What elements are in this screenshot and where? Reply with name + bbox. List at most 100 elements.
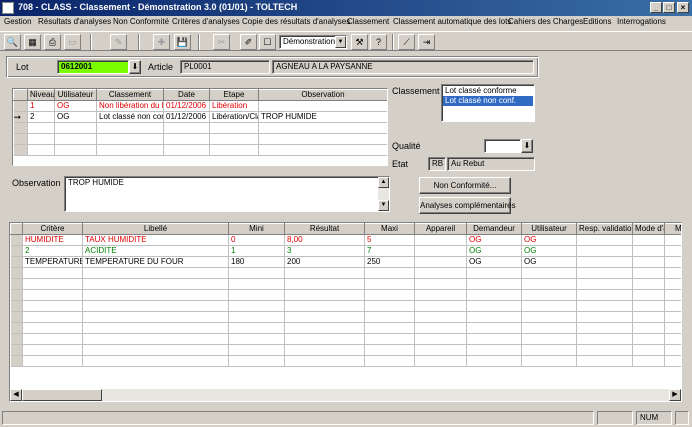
menu-editions[interactable]: Editions [583,17,611,26]
empty-row [10,289,681,301]
col-resp-validation[interactable]: Resp. validation [576,223,633,235]
exit-icon[interactable]: ⇥ [418,34,435,50]
empty-row [10,278,681,290]
col-maxi[interactable]: Maxi [364,223,415,235]
search-icon[interactable]: 🔍 [4,34,21,50]
col-observation[interactable]: Observation [258,89,387,101]
col-mini[interactable]: Mini [228,223,285,235]
status-num: NUM [636,411,672,425]
col-etape[interactable]: Etape [209,89,259,101]
etat-label: Etat [392,159,409,169]
menu-non-conformite[interactable]: Non Conformité [113,17,169,26]
calculator-icon[interactable]: ▦ [24,34,41,50]
save-icon[interactable]: 💾 [174,34,191,50]
col-mode[interactable]: Mode d'a [632,223,665,235]
current-row-arrow-icon: ➞ [13,111,28,123]
empty-row [10,267,681,279]
add-icon[interactable]: ✚ [153,34,170,50]
eraser-icon[interactable]: ✐ [240,34,257,50]
list-item[interactable]: Lot classé conforme [443,86,533,96]
col-utilisateur[interactable]: Utilisateur [521,223,577,235]
close-button[interactable]: × [677,2,689,13]
classement-label: Classement [392,86,440,96]
etat-code-field: RB [428,157,446,171]
minimize-button[interactable]: _ [650,2,662,13]
observation-label: Observation [12,178,61,188]
empty-row [10,300,681,312]
lot-dropdown-icon[interactable]: ⬇ [129,60,141,74]
col-methode[interactable]: Mé [664,223,681,235]
empty-row [10,322,681,334]
title-bar: 708 - CLASS - Classement - Démonstration… [0,0,692,16]
scroll-left-icon[interactable]: ◀ [10,389,22,401]
menu-interrogations[interactable]: Interrogations [617,17,666,26]
empty-row [10,344,681,356]
menu-bar: Gestion Résultats d'analyses Non Conform… [0,16,692,30]
results-grid[interactable]: Critère Libellé Mini Résultat Maxi Appar… [9,222,682,402]
qualite-input[interactable] [484,139,521,153]
tools-icon[interactable]: ⚒ [351,34,368,50]
scroll-thumb[interactable] [22,389,102,401]
menu-classement-auto[interactable]: Classement automatique des lots [393,17,511,26]
col-classement[interactable]: Classement [96,89,164,101]
col-date[interactable]: Date [163,89,210,101]
help-icon[interactable]: ? [370,34,387,50]
classement-history-grid[interactable]: Niveau Utilisateur Classement Date Etape… [12,88,388,166]
analyses-complementaires-button[interactable]: Analyses complémentaires [419,197,516,214]
article-name-field: AGNEAU A LA PAYSANNE [272,60,534,74]
graph-icon[interactable]: ⟋ [398,34,415,50]
observation-scrollbar[interactable]: ▲ ▼ [378,177,389,211]
cut-icon[interactable]: ✂ [213,34,230,50]
menu-copie[interactable]: Copie des résultats d'analyses [242,17,350,26]
list-item-selected[interactable]: Lot classé non conf. [443,96,533,106]
col-resultat[interactable]: Résultat [284,223,365,235]
non-conformite-button[interactable]: Non Conformité... [419,177,511,194]
app-icon [2,2,14,14]
col-appareil[interactable]: Appareil [414,223,467,235]
scroll-up-icon[interactable]: ▲ [378,177,389,188]
col-critere[interactable]: Critère [22,223,83,235]
scroll-right-icon[interactable]: ▶ [669,389,681,401]
qualite-dropdown-icon[interactable]: ⬇ [521,139,533,153]
menu-cahiers[interactable]: Cahiers des Charges [508,17,583,26]
table-row[interactable]: ➞ 2 OG Lot classé non conf. 01/12/2006 L… [13,111,387,123]
table-row[interactable]: HUMIDITE TAUX HUMIDITE 0 8,00 5 OG OG [10,234,681,246]
col-niveau[interactable]: Niveau [27,89,55,101]
results-horizontal-scrollbar[interactable]: ◀ ▶ [10,389,681,401]
company-select[interactable]: Démonstration 3 ▼ [279,35,347,49]
menu-resultats[interactable]: Résultats d'analyses [38,17,111,26]
article-code-field: PL0001 [180,60,270,74]
empty-row [10,355,681,367]
col-libelle[interactable]: Libellé [82,223,229,235]
status-bar: NUM [0,409,692,427]
dropdown-arrow-icon[interactable]: ▼ [335,36,346,48]
etat-value-field: Au Rebut [447,157,535,171]
table-row[interactable]: 1 OG Non libération du lo 01/12/2006 Lib… [13,100,387,112]
qualite-label: Qualité [392,141,421,151]
toolbar: 🔍 ▦ ⎙ ▭ ✎ ✚ 💾 ✂ ✐ ☐ Démonstration 3 ▼ ⚒ … [0,31,692,51]
status-grip [675,411,689,425]
maximize-button[interactable]: □ [663,2,675,13]
classement-list[interactable]: Lot classé conforme Lot classé non conf. [441,84,535,122]
menu-criteres[interactable]: Critères d'analyses [172,17,240,26]
menu-gestion[interactable]: Gestion [4,17,32,26]
empty-row [10,311,681,323]
status-pane [597,411,633,425]
col-demandeur[interactable]: Demandeur [466,223,522,235]
menu-classement[interactable]: Classement [347,17,389,26]
window-title: 708 - CLASS - Classement - Démonstration… [18,2,298,12]
scroll-down-icon[interactable]: ▼ [378,200,389,211]
edit-icon[interactable]: ✎ [110,34,127,50]
lot-input[interactable]: 0612001 [57,60,129,74]
checkbox-icon[interactable]: ☐ [259,34,276,50]
observation-textarea[interactable]: TROP HUMIDE ▲ ▼ [64,176,390,212]
lot-label: Lot [16,62,29,72]
article-label: Article [148,62,174,72]
col-utilisateur[interactable]: Utilisateur [54,89,97,101]
status-message [2,411,594,425]
print-icon[interactable]: ⎙ [44,34,61,50]
table-row[interactable]: 2 ACIDITE 1 3 7 OG OG [10,245,681,257]
table-row[interactable]: TEMPERATURE TEMPERATURE DU FOUR 180 200 … [10,256,681,268]
empty-row [10,333,681,345]
preview-icon[interactable]: ▭ [64,34,81,50]
